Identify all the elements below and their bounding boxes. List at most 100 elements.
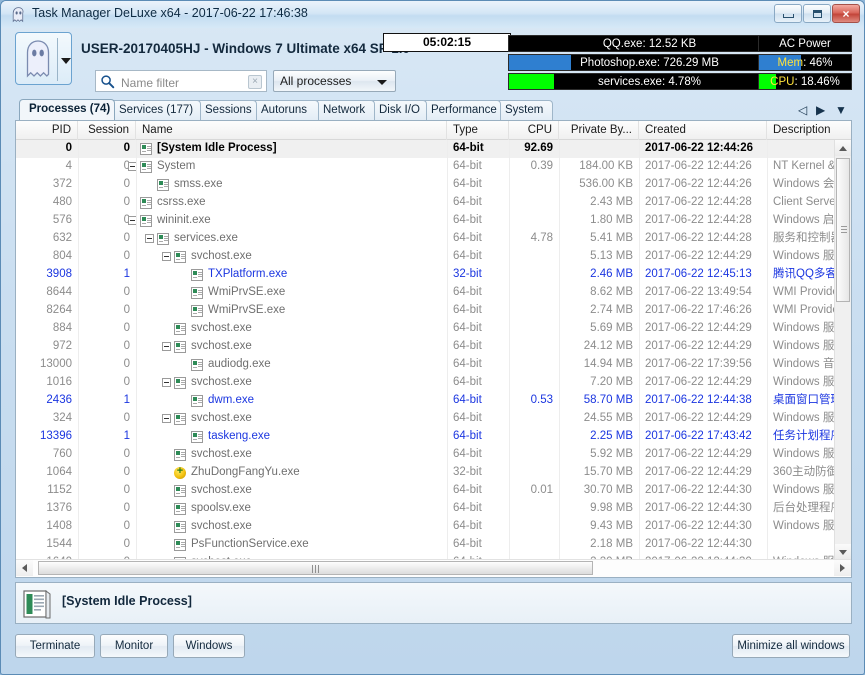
tab-network[interactable]: Network bbox=[313, 100, 375, 120]
cell-created: 2017-06-22 12:44:29 bbox=[645, 340, 752, 352]
tree-expander-icon[interactable] bbox=[162, 252, 171, 261]
minimize-icon bbox=[775, 5, 801, 22]
table-row[interactable]: 760 0 svchost.exe 64-bit 5.92 MB 2017-06-22 1… bbox=[16, 446, 851, 464]
cell-private: 5.13 MB bbox=[590, 250, 633, 262]
column-header-name[interactable]: Name bbox=[136, 121, 447, 140]
name-filter-box[interactable]: × bbox=[95, 70, 267, 92]
cell-type: 32-bit bbox=[453, 268, 482, 280]
cell-name: svchost.exe bbox=[191, 376, 252, 388]
table-row[interactable]: 1376 0 spoolsv.exe 64-bit 9.98 MB 2017-06-22 … bbox=[16, 500, 851, 518]
tree-expander-icon[interactable] bbox=[162, 342, 171, 351]
process-icon bbox=[174, 539, 186, 551]
cell-session: 0 bbox=[123, 286, 130, 298]
column-header-description[interactable]: Description bbox=[767, 121, 865, 140]
table-row[interactable]: 480 0 csrss.exe 64-bit 2.43 MB 2017-06-22 12:… bbox=[16, 194, 851, 212]
table-row[interactable]: 324 0 svchost.exe 64-bit 24.55 MB 2017-06-22 … bbox=[16, 410, 851, 428]
cell-created: 2017-06-22 12:44:28 bbox=[645, 214, 752, 226]
clear-filter-icon[interactable]: × bbox=[248, 75, 262, 89]
cell-name: audiodg.exe bbox=[208, 358, 271, 370]
terminate-button[interactable]: Terminate bbox=[15, 634, 95, 658]
column-header-session[interactable]: Session bbox=[78, 121, 136, 140]
table-row[interactable]: 4 0 System 64-bit 0.39 184.00 KB 2017-06-22 12… bbox=[16, 158, 851, 176]
table-row[interactable]: 13396 1 taskeng.exe 64-bit 2.25 MB 2017-06-22… bbox=[16, 428, 851, 446]
panel-key: Mem bbox=[777, 56, 804, 69]
cell-session: 0 bbox=[123, 520, 130, 532]
horizontal-scroll-thumb[interactable] bbox=[38, 561, 593, 575]
tab-processes-74[interactable]: Processes (74) bbox=[19, 99, 115, 120]
tab-next-icon[interactable]: ▶ bbox=[816, 102, 825, 118]
close-button[interactable]: × bbox=[832, 4, 860, 23]
system-status-panel: CPU: 18.46% bbox=[758, 73, 852, 90]
cell-pid: 13000 bbox=[40, 358, 72, 370]
tab-services-177[interactable]: Services (177) bbox=[109, 100, 201, 120]
scroll-right-button[interactable] bbox=[834, 560, 851, 576]
tab-performance[interactable]: Performance bbox=[421, 100, 501, 120]
table-row[interactable]: 1016 0 svchost.exe 64-bit 7.20 MB 2017-06-22 … bbox=[16, 374, 851, 392]
table-row[interactable]: 804 0 svchost.exe 64-bit 5.13 MB 2017-06-22 1… bbox=[16, 248, 851, 266]
cell-session: 0 bbox=[123, 304, 130, 316]
windows-button[interactable]: Windows bbox=[173, 634, 245, 658]
tab-sessions[interactable]: Sessions bbox=[195, 100, 257, 120]
search-input[interactable] bbox=[119, 74, 243, 92]
tree-expander-icon[interactable] bbox=[145, 234, 154, 243]
cell-private: 24.12 MB bbox=[583, 340, 633, 352]
panel-label: Mem: 46% bbox=[759, 55, 851, 70]
table-row[interactable]: 372 0 smss.exe 64-bit 536.00 KB 2017-06-22 12… bbox=[16, 176, 851, 194]
table-row[interactable]: 8644 0 WmiPrvSE.exe 64-bit 8.62 MB 2017-06-22… bbox=[16, 284, 851, 302]
scroll-up-button[interactable] bbox=[835, 140, 851, 156]
tab-autoruns[interactable]: Autoruns bbox=[251, 100, 319, 120]
horizontal-scrollbar[interactable] bbox=[16, 559, 851, 577]
cell-created: 2017-06-22 17:43:42 bbox=[645, 430, 752, 442]
table-row[interactable]: 884 0 svchost.exe 64-bit 5.69 MB 2017-06-22 1… bbox=[16, 320, 851, 338]
minimize-button[interactable] bbox=[774, 4, 802, 23]
panel-label: QQ.exe: 12.52 KB bbox=[602, 37, 697, 50]
process-icon bbox=[191, 269, 203, 281]
close-icon: × bbox=[842, 6, 850, 21]
cell-created: 2017-06-22 12:44:26 bbox=[645, 142, 754, 154]
scroll-left-button[interactable] bbox=[16, 560, 33, 576]
cell-name: [System Idle Process] bbox=[157, 142, 277, 154]
table-row[interactable]: 2436 1 dwm.exe 64-bit 0.53 58.70 MB 2017-06-22… bbox=[16, 392, 851, 410]
vertical-scrollbar[interactable] bbox=[834, 140, 851, 560]
cell-private: 58.70 MB bbox=[583, 394, 633, 406]
table-row[interactable]: 1152 0 svchost.exe 64-bit 0.01 30.70 MB 2017-0… bbox=[16, 482, 851, 500]
table-row[interactable]: 972 0 svchost.exe 64-bit 24.12 MB 2017-06-22 … bbox=[16, 338, 851, 356]
cell-session: 0 bbox=[123, 250, 130, 262]
cell-session: 0 bbox=[123, 232, 130, 244]
column-header-created[interactable]: Created bbox=[639, 121, 767, 140]
column-header-private[interactable]: Private By... bbox=[559, 121, 639, 140]
tree-expander-icon[interactable] bbox=[162, 414, 171, 423]
tab-disk-i-o[interactable]: Disk I/O bbox=[369, 100, 427, 120]
cell-created: 2017-06-22 12:44:28 bbox=[645, 232, 752, 244]
chevron-down-icon[interactable] bbox=[61, 58, 71, 64]
table-row[interactable]: 13000 0 audiodg.exe 64-bit 14.94 MB 2017-06-2… bbox=[16, 356, 851, 374]
table-row[interactable]: 1544 0 PsFunctionService.exe 64-bit 2.18 MB 2… bbox=[16, 536, 851, 554]
vertical-scroll-thumb[interactable] bbox=[836, 158, 850, 302]
cell-cpu bbox=[509, 518, 559, 536]
maximize-button[interactable] bbox=[803, 4, 831, 23]
minimize-all-windows-button[interactable]: Minimize all windows bbox=[732, 634, 850, 658]
tab-menu-icon[interactable]: ▼ bbox=[835, 102, 847, 118]
table-row[interactable]: 0 0 [System Idle Process] 64-bit 92.69 2017-0… bbox=[16, 140, 851, 158]
cell-session: 1 bbox=[123, 430, 130, 442]
table-row[interactable]: 1408 0 svchost.exe 64-bit 9.43 MB 2017-06-22 … bbox=[16, 518, 851, 536]
table-row[interactable]: 3908 1 TXPlatform.exe 32-bit 2.46 MB 2017-06-… bbox=[16, 266, 851, 284]
tab-system[interactable]: System bbox=[495, 100, 553, 120]
process-scope-select[interactable]: All processes bbox=[273, 70, 396, 92]
table-row[interactable]: 8264 0 WmiPrvSE.exe 64-bit 2.74 MB 2017-06-22… bbox=[16, 302, 851, 320]
scroll-down-button[interactable] bbox=[835, 544, 851, 560]
cell-name: WmiPrvSE.exe bbox=[208, 304, 286, 316]
monitor-button[interactable]: Monitor bbox=[100, 634, 168, 658]
tree-expander-icon[interactable] bbox=[162, 378, 171, 387]
tab-prev-icon[interactable]: ◁ bbox=[798, 102, 807, 118]
cell-created: 2017-06-22 13:49:54 bbox=[645, 286, 752, 298]
column-header-pid[interactable]: PID bbox=[16, 121, 78, 140]
column-header-cpu[interactable]: CPU bbox=[509, 121, 559, 140]
cell-cpu bbox=[509, 320, 559, 338]
app-menu-button[interactable] bbox=[15, 32, 72, 85]
grip-icon bbox=[841, 226, 847, 234]
table-row[interactable]: 632 0 services.exe 64-bit 4.78 5.41 MB 2017-06… bbox=[16, 230, 851, 248]
table-row[interactable]: 1064 0 ZhuDongFangYu.exe 32-bit 15.70 MB 2017… bbox=[16, 464, 851, 482]
column-header-type[interactable]: Type bbox=[447, 121, 509, 140]
table-row[interactable]: 576 0 wininit.exe 64-bit 1.80 MB 2017-06-22 1… bbox=[16, 212, 851, 230]
